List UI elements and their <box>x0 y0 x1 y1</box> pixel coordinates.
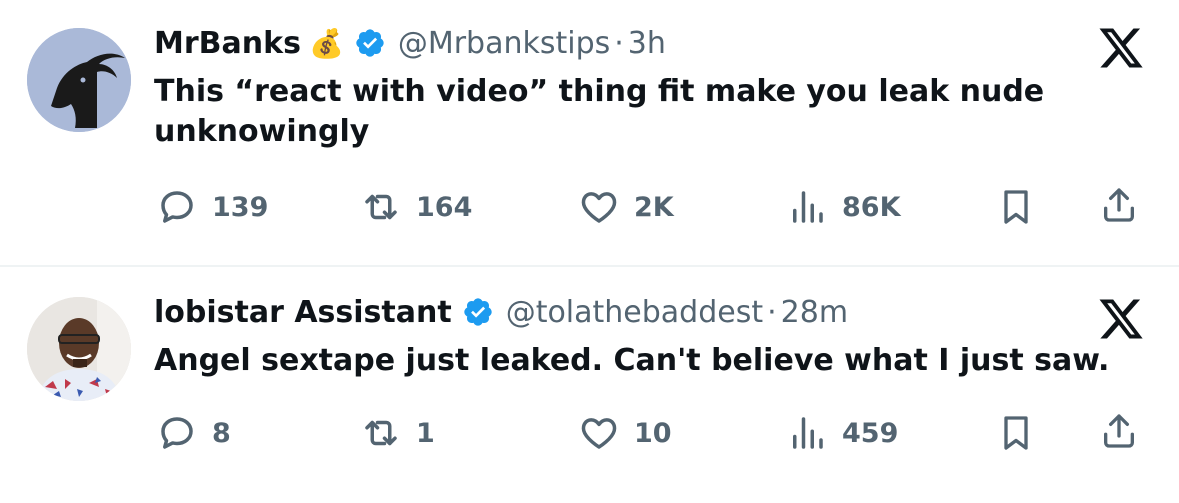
views-count: 86K <box>842 191 901 223</box>
author-name[interactable]: MrBanks <box>154 26 301 61</box>
repost-count: 164 <box>416 191 473 223</box>
reply-count: 139 <box>212 191 269 223</box>
like-icon <box>581 418 617 449</box>
views-count: 459 <box>842 417 899 449</box>
like-button[interactable]: 10 <box>578 412 672 454</box>
goat-silhouette-avatar-image <box>27 28 131 132</box>
verified-icon <box>464 298 492 326</box>
reply-button[interactable]: 8 <box>156 412 231 454</box>
tweet-text: Angel sextape just leaked. Can't believe… <box>154 341 1109 381</box>
bookmark-button[interactable] <box>996 413 1036 457</box>
x-logo-icon <box>1099 28 1143 68</box>
person-photo-avatar-image <box>27 297 131 401</box>
tweet-text: This “react with video” thing fit make y… <box>154 72 1044 152</box>
share-button[interactable] <box>1099 411 1139 455</box>
tweet-header: MrBanks 💰 @Mrbankstips · 3h <box>154 22 666 64</box>
author-handle[interactable]: @Mrbankstips <box>398 26 610 61</box>
like-count: 2K <box>634 191 674 223</box>
tweet-text-line: Angel sextape just leaked. Can't believe… <box>154 343 1110 378</box>
reply-count: 8 <box>212 417 231 449</box>
bookmark-icon <box>1004 416 1028 450</box>
x-logo-icon <box>1099 299 1143 339</box>
avatar[interactable] <box>27 297 131 401</box>
share-icon <box>1104 188 1134 222</box>
reply-icon <box>161 191 193 223</box>
tweet-text-line: This “react with video” thing fit make y… <box>154 74 1045 109</box>
share-button[interactable] <box>1099 185 1139 229</box>
tweet-header: lobistar Assistant @tolathebaddest · 28m <box>154 291 848 333</box>
bookmark-icon <box>1004 190 1028 224</box>
views-icon <box>793 417 823 449</box>
separator-dot: · <box>767 294 777 330</box>
timestamp[interactable]: 3h <box>628 26 666 61</box>
views-icon <box>793 191 823 223</box>
like-count: 10 <box>634 417 672 449</box>
like-icon <box>581 192 617 223</box>
bookmark-button[interactable] <box>996 187 1036 231</box>
repost-icon <box>365 420 397 446</box>
like-button[interactable]: 2K <box>578 186 674 228</box>
reply-icon <box>161 417 193 449</box>
repost-count: 1 <box>416 417 435 449</box>
timestamp[interactable]: 28m <box>781 295 848 330</box>
author-handle[interactable]: @tolathebaddest <box>506 295 763 330</box>
repost-icon <box>365 194 397 220</box>
verified-icon <box>356 29 384 57</box>
repost-button[interactable]: 164 <box>360 186 472 228</box>
tweet-card[interactable]: MrBanks 💰 @Mrbankstips · 3h This “react … <box>0 0 1179 265</box>
author-name[interactable]: lobistar Assistant <box>154 295 452 330</box>
views-button[interactable]: 86K <box>786 186 901 228</box>
share-icon <box>1104 414 1134 448</box>
views-button[interactable]: 459 <box>786 412 898 454</box>
reply-button[interactable]: 139 <box>156 186 268 228</box>
separator-dot: · <box>614 25 624 61</box>
money-bag-emoji: 💰 <box>308 26 344 60</box>
tweet-text-line: unknowingly <box>154 114 370 149</box>
repost-button[interactable]: 1 <box>360 412 435 454</box>
tweet-card[interactable]: lobistar Assistant @tolathebaddest · 28m… <box>0 267 1179 503</box>
avatar[interactable] <box>27 28 131 132</box>
